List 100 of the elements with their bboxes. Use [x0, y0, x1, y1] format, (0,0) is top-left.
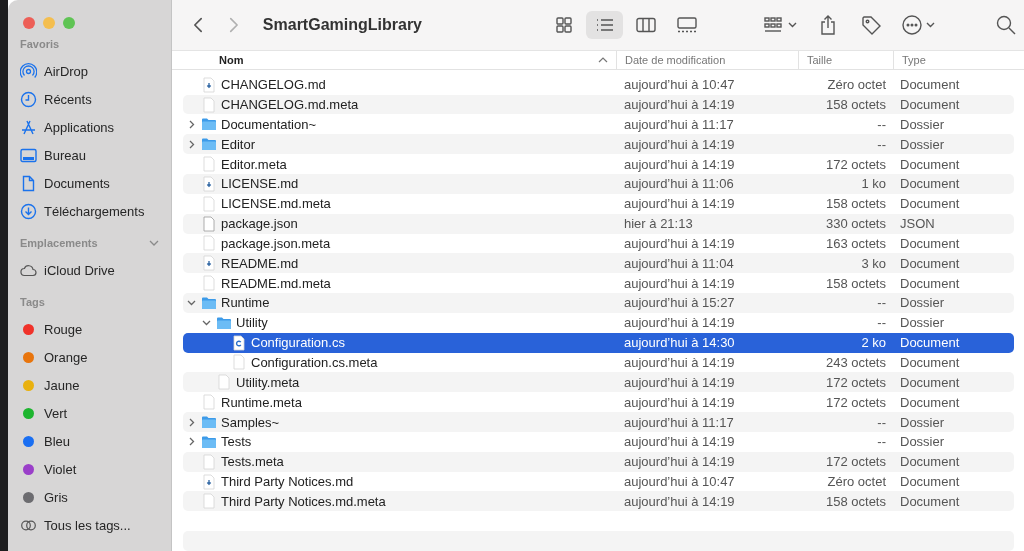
file-row[interactable]: Third Party Notices.md.meta aujourd’hui à 14:19 158 octets Document	[183, 491, 1014, 512]
sidebar-item[interactable]: Jaune	[44, 377, 80, 393]
sidebar-item[interactable]: Vert	[44, 405, 68, 421]
sidebar-item[interactable]: AirDrop	[44, 63, 89, 79]
tag-icon	[859, 14, 882, 36]
column-header[interactable]: Type	[902, 53, 926, 66]
sidebar-item[interactable]: Documents	[44, 175, 110, 191]
sidebar-item[interactable]: Téléchargements	[44, 203, 145, 219]
column-header[interactable]: Date de modification	[625, 53, 726, 66]
file-row[interactable]: Runtime aujourd’hui à 15:27 -- Dossier	[183, 293, 1014, 313]
caret-icon	[788, 22, 797, 28]
file-row[interactable]: README.md.meta aujourd’hui à 14:19 158 octets Document	[183, 273, 1014, 294]
file-name: Editor.meta	[221, 156, 287, 172]
file-row[interactable]: Third Party Notices.md aujourd’hui à 10:47 Zéro octet Document	[183, 471, 1014, 492]
sidebar-item[interactable]: Violet	[44, 461, 77, 477]
size-cell-text: --	[876, 434, 887, 450]
file-row[interactable]: README.md aujourd’hui à 11:04 3 ko Document	[183, 253, 1014, 274]
file-row[interactable]: Editor.meta aujourd’hui à 14:19 172 octets Document	[183, 154, 1014, 174]
sidebar-item[interactable]: Orange	[44, 349, 88, 365]
section-title: Favoris	[20, 38, 60, 50]
type-cell-text: Document	[899, 97, 961, 112]
clock-icon	[20, 90, 37, 108]
sidebar-item[interactable]: Bleu	[44, 433, 71, 449]
markdown-file-icon	[201, 175, 217, 192]
markdown-file-icon	[201, 76, 217, 93]
file-icon	[201, 453, 217, 470]
file-row[interactable]: Utility aujourd’hui à 14:19 -- Dossier	[183, 312, 1014, 333]
file-row[interactable]: Tests.meta aujourd’hui à 14:19 172 octets Document	[183, 451, 1014, 472]
file-name: Utility.meta	[236, 374, 300, 390]
file-icon	[201, 235, 217, 252]
sidebar-item[interactable]: Rouge	[44, 321, 83, 337]
back-button[interactable]	[193, 16, 204, 34]
apps-icon	[20, 118, 37, 136]
file-row[interactable]: package.json hier à 21:13 330 octets JSON	[183, 213, 1014, 234]
disclosure-icon[interactable]	[187, 417, 196, 427]
disclosure-icon[interactable]	[187, 437, 196, 447]
sidebar-item[interactable]: Récents	[44, 91, 92, 107]
date-cell-text: aujourd’hui à 11:17	[623, 414, 735, 430]
grid-icon	[553, 17, 574, 33]
date-cell-text: aujourd’hui à 10:47	[623, 77, 736, 93]
size-cell-text: --	[876, 315, 887, 331]
column-header[interactable]: Nom	[219, 53, 244, 66]
type-cell-text: Dossier	[899, 434, 946, 450]
size-cell-text: 3 ko	[860, 255, 887, 271]
size-cell-text: 158 octets	[825, 97, 887, 112]
disclosure-icon[interactable]	[187, 298, 196, 308]
markdown-file-icon	[201, 255, 217, 272]
date-cell-text: aujourd’hui à 14:19	[623, 454, 736, 470]
disclosure-icon[interactable]	[202, 318, 211, 328]
type-cell-text: Document	[899, 156, 961, 172]
size-cell-text: 1 ko	[860, 176, 887, 192]
file-row[interactable]: Tests aujourd’hui à 14:19 -- Dossier	[183, 431, 1014, 452]
date-cell-text: aujourd’hui à 14:19	[623, 315, 736, 331]
sidebar-item[interactable]: Applications	[44, 119, 115, 135]
type-cell-text: Document	[899, 176, 961, 192]
file-row[interactable]: Utility.meta aujourd’hui à 14:19 172 octets Document	[183, 372, 1014, 393]
list-icon	[594, 17, 615, 33]
file-name: Runtime	[221, 295, 270, 311]
column-header[interactable]: Taille	[807, 53, 833, 66]
file-row[interactable]: Documentation~ aujourd’hui à 11:17 -- Dossier	[183, 114, 1014, 135]
disclosure-icon[interactable]	[187, 119, 196, 129]
date-cell-text: aujourd’hui à 14:19	[623, 374, 736, 390]
size-cell-text: 172 octets	[825, 394, 887, 410]
sidebar-item[interactable]: iCloud Drive	[44, 262, 115, 278]
markdown-file-icon	[201, 473, 217, 490]
size-cell-text: 158 octets	[825, 493, 887, 509]
file-row[interactable]: CHANGELOG.md.meta aujourd’hui à 14:19 158 octets Document	[183, 94, 1014, 115]
date-cell-text: aujourd’hui à 14:19	[623, 136, 736, 152]
file-row[interactable]: CHANGELOG.md aujourd’hui à 10:47 Zéro octet Document	[183, 74, 1014, 95]
size-cell-text: --	[876, 116, 887, 132]
folder-icon	[201, 116, 217, 133]
size-cell-text: 243 octets	[825, 355, 887, 370]
date-cell-text: aujourd’hui à 11:17	[623, 116, 735, 132]
file-row[interactable]: Configuration.cs.meta aujourd’hui à 14:19 243 octets Document	[183, 352, 1014, 373]
file-name: Configuration.cs.meta	[251, 355, 378, 370]
desktop-icon	[20, 146, 37, 164]
disclosure-icon[interactable]	[187, 139, 196, 149]
file-row[interactable]: Editor aujourd’hui à 14:19 -- Dossier	[183, 134, 1014, 155]
sidebar-item[interactable]: Bureau	[44, 147, 86, 163]
file-row[interactable]: Samples~ aujourd’hui à 11:17 -- Dossier	[183, 412, 1014, 432]
type-cell-text: Dossier	[899, 315, 946, 331]
date-cell-text: aujourd’hui à 14:19	[623, 235, 736, 251]
file-name: README.md.meta	[221, 275, 331, 291]
file-row[interactable]: package.json.meta aujourd’hui à 14:19 163 octets Document	[183, 233, 1014, 254]
date-cell-text: aujourd’hui à 14:19	[623, 196, 736, 212]
file-row[interactable]: LICENSE.md aujourd’hui à 11:06 1 ko Document	[183, 173, 1014, 194]
size-cell-text: Zéro octet	[826, 474, 887, 490]
sidebar-item[interactable]: Tous les tags...	[44, 517, 131, 533]
file-row[interactable]: Configuration.cs aujourd’hui à 14:30 2 ko Document	[183, 332, 1014, 353]
file-icon	[231, 354, 247, 371]
list-view-button[interactable]	[586, 11, 623, 39]
date-cell-text: aujourd’hui à 15:27	[623, 295, 736, 311]
sidebar-item[interactable]: Gris	[44, 489, 68, 505]
date-cell-text: hier à 21:13	[623, 216, 694, 232]
search-icon	[994, 14, 1017, 36]
file-row[interactable]: Runtime.meta aujourd’hui à 14:19 172 octets Document	[183, 392, 1014, 413]
section-title: Tags	[20, 296, 45, 308]
type-cell-text: Document	[899, 77, 961, 93]
file-name: Third Party Notices.md	[221, 474, 354, 490]
file-row[interactable]: LICENSE.md.meta aujourd’hui à 14:19 158 octets Document	[183, 193, 1014, 214]
